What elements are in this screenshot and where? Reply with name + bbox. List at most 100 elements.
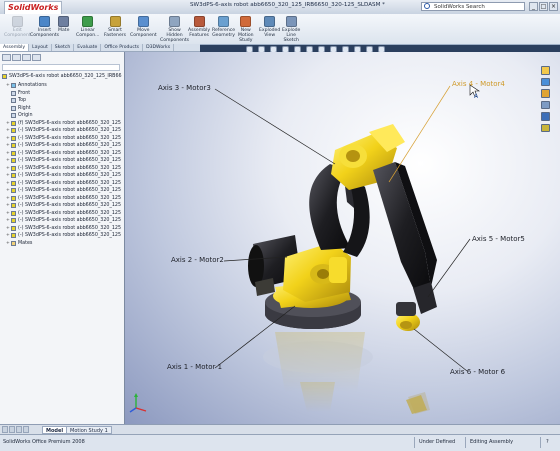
tree-item[interactable]: + (-) SW3dPS-6-axis robot abb6650_320_125 xyxy=(6,172,121,179)
expand-toggle-icon[interactable]: + xyxy=(6,232,10,239)
tree-item[interactable]: + (-) SW3dPS-6-axis robot abb6650_320_125 xyxy=(6,157,121,164)
tree-item[interactable]: Top xyxy=(6,97,26,104)
feature-manager-tabs xyxy=(2,54,120,62)
restore-button[interactable]: □ xyxy=(539,2,548,11)
document-title: SW3dPS-6-axis robot abb6650_320_125_IRB6… xyxy=(190,2,385,8)
tree-item-label: (-) SW3dPS-6-axis robot abb6650_320_125 xyxy=(18,165,122,171)
appearances-icon[interactable] xyxy=(541,123,550,132)
expand-toggle-icon[interactable]: + xyxy=(6,165,10,172)
mate-icon xyxy=(58,16,70,27)
configuration-manager-tab-icon[interactable] xyxy=(22,54,31,61)
resources-icon[interactable] xyxy=(541,66,550,75)
tree-item[interactable]: + Mates xyxy=(6,240,32,247)
close-button[interactable]: × xyxy=(549,2,558,11)
new-motion-study-button[interactable]: New Motion Study xyxy=(238,16,254,44)
wrist xyxy=(396,282,437,331)
expand-toggle-icon[interactable]: + xyxy=(6,157,10,164)
reference-geometry-button[interactable]: Reference Geometry xyxy=(212,16,235,44)
tab-d3dworks[interactable]: D3DWorks xyxy=(143,44,175,51)
tree-item[interactable]: + (-) SW3dPS-6-axis robot abb6650_320_125 xyxy=(6,150,121,157)
expand-toggle-icon[interactable]: + xyxy=(6,217,10,224)
expand-toggle-icon[interactable]: + xyxy=(6,142,10,149)
tab-model[interactable]: Model xyxy=(42,426,68,434)
help-icon[interactable]: ? xyxy=(546,439,549,445)
tree-item-label: Mates xyxy=(18,240,33,246)
dimxpert-tab-icon[interactable] xyxy=(32,54,41,61)
expand-toggle-icon[interactable]: + xyxy=(6,187,10,194)
tab-sketch[interactable]: Sketch xyxy=(52,44,75,51)
design-library-icon[interactable] xyxy=(541,77,550,86)
expand-toggle-icon[interactable]: + xyxy=(6,225,10,232)
property-manager-tab-icon[interactable] xyxy=(12,54,21,61)
expand-toggle-icon[interactable]: + xyxy=(6,150,10,157)
tab-scroll-last-icon[interactable] xyxy=(23,426,29,433)
expand-toggle-icon[interactable]: + xyxy=(6,82,10,89)
assembly-icon xyxy=(2,74,7,79)
expand-toggle-icon[interactable]: + xyxy=(6,135,10,142)
file-explorer-icon[interactable] xyxy=(541,89,550,98)
plane-icon xyxy=(11,98,16,103)
tree-item-label: (-) SW3dPS-6-axis robot abb6650_320_125 xyxy=(18,150,122,156)
tree-item[interactable]: + (-) SW3dPS-6-axis robot abb6650_320_125 xyxy=(6,165,121,172)
expand-toggle-icon[interactable]: + xyxy=(6,240,10,247)
tab-scroll-prev-icon[interactable] xyxy=(9,426,15,433)
tree-item[interactable]: + Annotations xyxy=(6,82,47,89)
tab-scroll-next-icon[interactable] xyxy=(16,426,22,433)
show-hidden-button[interactable]: Show Hidden Components xyxy=(160,16,189,44)
reference-triad-icon xyxy=(129,393,147,413)
tab-scroll-first-icon[interactable] xyxy=(2,426,8,433)
tree-item[interactable]: + (-) SW3dPS-6-axis robot abb6650_320_125 xyxy=(6,232,121,239)
tree-item[interactable]: Right xyxy=(6,105,31,112)
tab-assembly[interactable]: Assembly xyxy=(0,44,30,51)
tab-layout[interactable]: Layout xyxy=(29,44,52,51)
expand-toggle-icon[interactable]: + xyxy=(6,180,10,187)
tree-item[interactable]: + (-) SW3dPS-6-axis robot abb6650_320_125 xyxy=(6,202,121,209)
expand-toggle-icon[interactable]: + xyxy=(6,172,10,179)
tree-item[interactable]: + (f) SW3dPS-6-axis robot abb6650_320_125 xyxy=(6,120,121,127)
expand-toggle-icon[interactable]: + xyxy=(6,120,10,127)
insert-components-label: Insert Components xyxy=(30,28,60,38)
minimize-button[interactable]: _ xyxy=(529,2,538,11)
tree-item-label: (-) SW3dPS-6-axis robot abb6650_320_125 xyxy=(18,188,122,193)
reference-geometry-label: Reference Geometry xyxy=(212,28,236,38)
insert-components-button[interactable]: Insert Components xyxy=(30,16,59,44)
expand-toggle-icon[interactable]: + xyxy=(6,127,10,134)
tab-office-products[interactable]: Office Products xyxy=(101,44,144,51)
status-divider xyxy=(465,437,466,448)
plane-icon xyxy=(11,90,16,96)
tree-root-assembly[interactable]: SW3dPS-6-axis robot abb6650_320_125_IRB6… xyxy=(2,73,122,80)
tree-item[interactable]: + (-) SW3dPS-6-axis robot abb6650_320_125 xyxy=(6,180,121,187)
tree-item[interactable]: + (-) SW3dPS-6-axis robot abb6650_320_125 xyxy=(6,135,121,142)
move-component-button[interactable]: Move Component xyxy=(130,16,157,44)
mate-button[interactable]: Mate xyxy=(58,16,69,44)
feature-tree-tab-icon[interactable] xyxy=(2,54,11,61)
assembly-features-button[interactable]: Assembly Features xyxy=(188,16,210,44)
solidworks-logo[interactable]: SolidWorks xyxy=(4,1,63,15)
tree-item[interactable]: Front xyxy=(6,90,30,97)
tree-item[interactable]: Origin xyxy=(6,112,33,119)
tree-filter-input[interactable] xyxy=(2,64,120,71)
edit-component-button[interactable]: Edit Component xyxy=(4,16,31,44)
expand-toggle-icon[interactable]: + xyxy=(6,210,10,217)
search-input[interactable]: SolidWorks Search xyxy=(421,2,525,11)
tab-evaluate[interactable]: Evaluate xyxy=(74,44,102,51)
expand-toggle-icon[interactable]: + xyxy=(6,195,10,202)
tab-motion-study[interactable]: Motion Study 1 xyxy=(66,426,112,434)
linear-component-button[interactable]: Linear Compon... xyxy=(76,16,100,44)
expand-toggle-icon[interactable]: + xyxy=(6,202,10,209)
view-palette-icon[interactable] xyxy=(541,112,550,121)
insert-components-icon xyxy=(39,16,51,27)
tree-item[interactable]: + (-) SW3dPS-6-axis robot abb6650_320_125 xyxy=(6,225,121,232)
explode-line-sketch-button[interactable]: Explode Line Sketch xyxy=(282,16,300,44)
tree-item[interactable]: + (-) SW3dPS-6-axis robot abb6650_320_125 xyxy=(6,187,121,194)
tree-item-label: (-) SW3dPS-6-axis robot abb6650_320_125 xyxy=(18,210,122,216)
tree-item[interactable]: + (-) SW3dPS-6-axis robot abb6650_320_125 xyxy=(6,127,121,134)
search-results-icon[interactable] xyxy=(541,100,550,109)
smart-fasteners-button[interactable]: Smart Fasteners xyxy=(104,16,126,44)
tree-item[interactable]: + (-) SW3dPS-6-axis robot abb6650_320_125 xyxy=(6,195,121,202)
linear-component-icon xyxy=(82,16,94,27)
exploded-view-button[interactable]: Exploded View xyxy=(259,16,280,44)
tree-item[interactable]: + (-) SW3dPS-6-axis robot abb6650_320_125 xyxy=(6,217,121,224)
tree-item[interactable]: + (-) SW3dPS-6-axis robot abb6650_320_125 xyxy=(6,210,121,217)
tree-item[interactable]: + (-) SW3dPS-6-axis robot abb6650_320_125 xyxy=(6,142,121,149)
